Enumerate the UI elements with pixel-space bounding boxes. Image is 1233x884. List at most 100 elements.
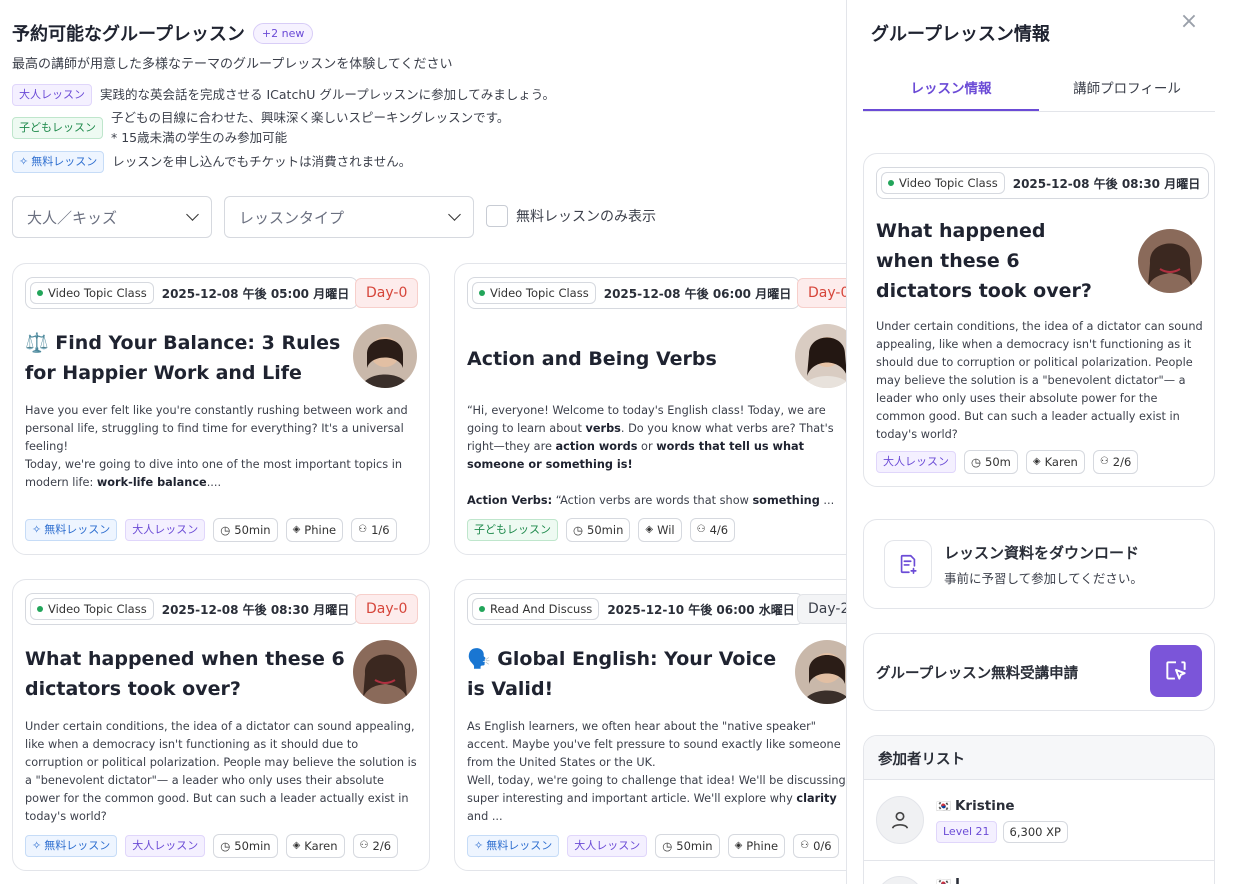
lesson-title: ⚖️ Find Your Balance: 3 Rules for Happie… bbox=[25, 328, 345, 388]
lesson-type: Video Topic Class bbox=[490, 286, 589, 300]
duration-chip: ◷ 50m bbox=[964, 450, 1018, 474]
audience-select[interactable]: 大人／キッズ bbox=[12, 196, 212, 238]
lesson-meta: Video Topic Class 2025-12-08 午後 08:30 月曜… bbox=[25, 593, 359, 625]
lesson-title: 🗣️ Global English: Your Voice is Valid! bbox=[467, 644, 787, 704]
download-materials-card[interactable]: レッスン資料をダウンロード 事前に予習して参加してください。 bbox=[863, 519, 1215, 609]
legend-free: ✧ 無料レッスン レッスンを申し込んでもチケットは消費されません。 bbox=[12, 151, 411, 173]
legend-kids: 子どもレッスン 子どもの目線に合わせた、興味深く楽しいスピーキングレッスンです。… bbox=[12, 108, 509, 148]
legend-adult-text: 実践的な英会話を完成させる ICatchU グループレッスンに参加してみましょう… bbox=[100, 87, 555, 102]
free-lesson-tag: ✧ 無料レッスン bbox=[25, 835, 118, 857]
users-icon: ⚇ bbox=[800, 840, 810, 851]
lesson-chips: ✧ 無料レッスン 大人レッスン ◷ 50min ◈ Karen ⚇ 2/6 bbox=[25, 834, 399, 858]
teacher-avatar bbox=[353, 324, 417, 388]
lesson-date: 2025-12-08 午後 05:00 月曜日 bbox=[161, 286, 350, 301]
header: 予約可能なグループレッスン +2 new bbox=[12, 20, 314, 46]
lesson-type-pill: Video Topic Class bbox=[472, 282, 596, 304]
clock-icon: ◷ bbox=[573, 523, 584, 537]
teacher-name: Phine bbox=[304, 523, 337, 537]
teacher-chip: ◈ Karen bbox=[285, 834, 345, 858]
participant-name-row: 🇰🇷 J... bbox=[936, 876, 975, 884]
lesson-description: Have you ever felt like you're constantl… bbox=[25, 404, 408, 489]
adult-lesson-tag: 大人レッスン bbox=[567, 835, 648, 857]
lesson-type: Video Topic Class bbox=[899, 176, 998, 190]
graduation-cap-icon: ◈ bbox=[645, 524, 654, 535]
lesson-type: Video Topic Class bbox=[48, 286, 147, 300]
free-only-filter[interactable]: 無料レッスンのみ表示 bbox=[486, 205, 656, 227]
lesson-meta: Video Topic Class 2025-12-08 午後 08:30 月曜… bbox=[876, 167, 1210, 199]
users-icon: ⚇ bbox=[696, 524, 706, 535]
status-dot-icon bbox=[37, 290, 43, 296]
lesson-title: Action and Being Verbs bbox=[467, 348, 717, 370]
participant-count: 2/6 bbox=[372, 839, 392, 853]
lesson-description: As English learners, we often hear about… bbox=[467, 720, 847, 823]
lesson-title-text: Global English: Your Voice is Valid! bbox=[467, 648, 777, 700]
clock-icon: ◷ bbox=[220, 523, 231, 537]
graduation-cap-icon: ◈ bbox=[734, 840, 743, 851]
kids-lesson-tag: 子どもレッスン bbox=[12, 117, 103, 139]
participant-list-heading: 参加者リスト bbox=[864, 736, 1214, 780]
duration-chip: ◷ 50min bbox=[213, 834, 278, 858]
participant-list-card: 参加者リスト 🇰🇷 Kristine Level 21 6,300 XP 🇰🇷 … bbox=[863, 735, 1215, 884]
scale-emoji-icon: ⚖️ bbox=[25, 332, 49, 354]
lesson-type-pill: Video Topic Class bbox=[30, 598, 154, 620]
participant-count: 2/6 bbox=[1112, 455, 1132, 469]
lesson-card[interactable]: Video Topic Class 2025-12-08 午後 08:30 月曜… bbox=[12, 579, 430, 871]
status-dot-icon bbox=[888, 180, 894, 186]
day-badge: Day-0 bbox=[355, 594, 419, 624]
close-icon[interactable]: × bbox=[1177, 10, 1201, 34]
document-plus-icon bbox=[884, 540, 932, 588]
day-badge: Day-0 bbox=[355, 278, 419, 308]
tab-teacher-profile[interactable]: 講師プロフィール bbox=[1039, 70, 1215, 111]
lesson-type-select[interactable]: レッスンタイプ bbox=[224, 196, 474, 238]
free-lesson-tag: ✧ 無料レッスン bbox=[25, 519, 118, 541]
participant-count: 0/6 bbox=[813, 839, 832, 853]
teacher-chip: ◈ Karen bbox=[1025, 450, 1085, 474]
user-avatar-icon bbox=[876, 876, 924, 884]
clock-icon: ◷ bbox=[662, 839, 673, 853]
lesson-card[interactable]: Video Topic Class 2025-12-08 午後 06:00 月曜… bbox=[454, 263, 847, 555]
status-dot-icon bbox=[479, 606, 485, 612]
tab-lesson-info[interactable]: レッスン情報 bbox=[863, 70, 1039, 111]
apply-button[interactable] bbox=[1150, 645, 1202, 697]
lesson-summary-card: Video Topic Class 2025-12-08 午後 08:30 月曜… bbox=[863, 153, 1215, 487]
adult-lesson-tag: 大人レッスン bbox=[125, 835, 206, 857]
teacher-name: Phine bbox=[746, 839, 779, 853]
page-title: 予約可能なグループレッスン bbox=[12, 24, 245, 45]
adult-lesson-tag: 大人レッスン bbox=[12, 84, 92, 106]
clock-icon: ◷ bbox=[971, 455, 982, 469]
lesson-date: 2025-12-08 午後 08:30 月曜日 bbox=[161, 602, 350, 617]
teacher-chip: ◈ Phine bbox=[727, 834, 786, 858]
teacher-avatar bbox=[353, 640, 417, 704]
free-only-checkbox[interactable] bbox=[486, 205, 508, 227]
lesson-chips: ✧ 無料レッスン 大人レッスン ◷ 50min ◈ Phine ⚇ 0/6 bbox=[467, 834, 839, 858]
legend-kids-text: 子どもの目線に合わせた、興味深く楽しいスピーキングレッスンです。 * 15歳未満… bbox=[111, 108, 509, 148]
lesson-card[interactable]: Video Topic Class 2025-12-08 午後 05:00 月曜… bbox=[12, 263, 430, 555]
panel-tabs: レッスン情報 講師プロフィール bbox=[863, 70, 1215, 112]
participant-stats: Level 21 6,300 XP bbox=[936, 821, 1068, 843]
teacher-name: Karen bbox=[1044, 455, 1078, 469]
chevron-down-icon bbox=[448, 208, 461, 221]
lesson-type-pill: Read And Discuss bbox=[472, 598, 600, 620]
legend-adult: 大人レッスン 実践的な英会話を完成させる ICatchU グループレッスンに参加… bbox=[12, 84, 555, 106]
sparkle-icon: ✧ bbox=[32, 523, 42, 536]
new-count-badge: +2 new bbox=[252, 22, 314, 44]
duration-chip: ◷ 50min bbox=[655, 834, 720, 858]
participant-count: 4/6 bbox=[709, 523, 729, 537]
kids-lesson-tag: 子どもレッスン bbox=[467, 519, 558, 541]
cursor-click-icon bbox=[1166, 661, 1186, 680]
status-dot-icon bbox=[37, 606, 43, 612]
lesson-meta: Video Topic Class 2025-12-08 午後 05:00 月曜… bbox=[25, 277, 359, 309]
lesson-card[interactable]: Read And Discuss 2025-12-10 午後 06:00 水曜日… bbox=[454, 579, 847, 871]
free-lesson-tag-label: 無料レッスン bbox=[44, 839, 111, 852]
teacher-chip: ◈ Phine bbox=[285, 518, 344, 542]
free-apply-card[interactable]: グループレッスン無料受講申請 bbox=[863, 633, 1215, 711]
lesson-date: 2025-12-08 午後 06:00 月曜日 bbox=[603, 286, 792, 301]
adult-lesson-tag: 大人レッスン bbox=[876, 451, 956, 473]
participants-chip: ⚇ 0/6 bbox=[793, 834, 839, 858]
xp-badge: 6,300 XP bbox=[1002, 821, 1068, 843]
free-lesson-tag-label: 無料レッスン bbox=[44, 523, 111, 536]
duration: 50min bbox=[676, 839, 713, 853]
graduation-cap-icon: ◈ bbox=[1032, 456, 1041, 467]
sparkle-icon: ✧ bbox=[19, 155, 29, 168]
duration-chip: ◷ 50min bbox=[213, 518, 278, 542]
